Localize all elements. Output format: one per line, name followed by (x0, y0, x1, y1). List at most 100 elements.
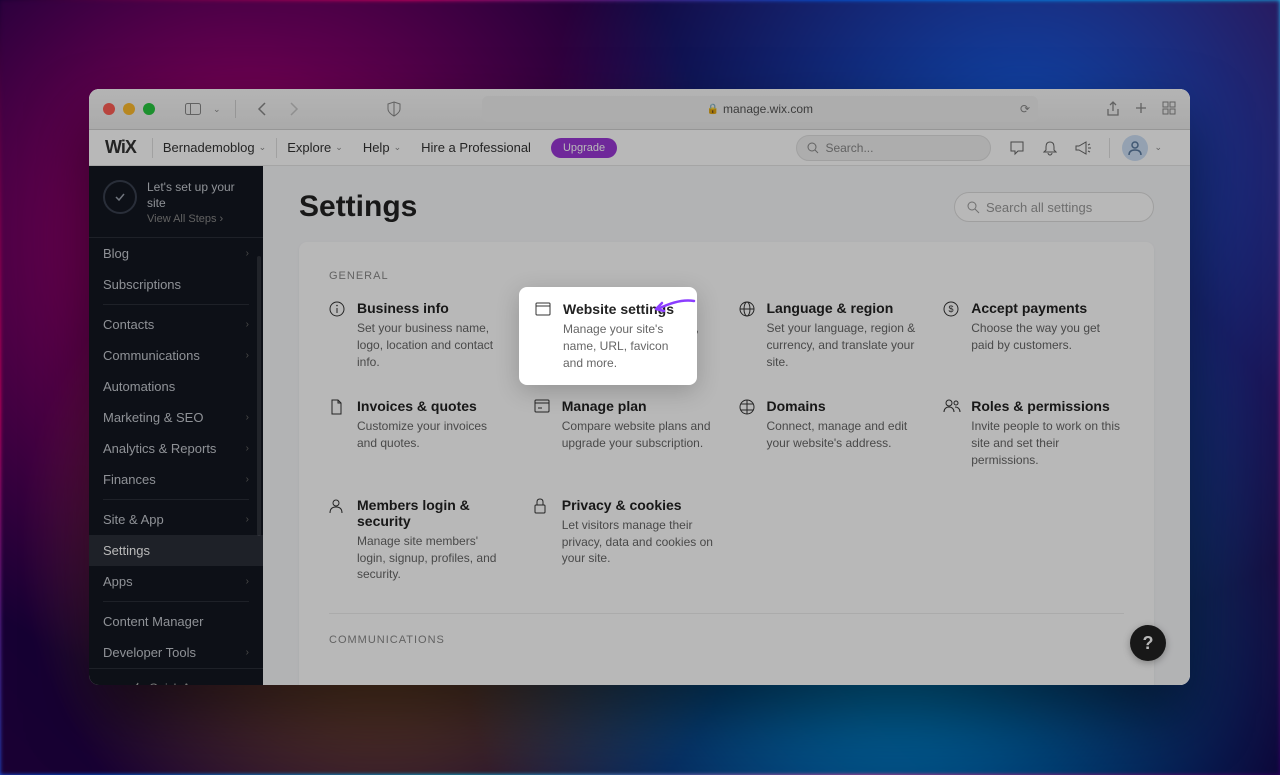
sidebar-item-label: Marketing & SEO (103, 410, 203, 425)
setup-progress-icon (103, 180, 137, 214)
sidebar-item-contacts[interactable]: Contacts› (89, 309, 263, 340)
card-domains[interactable]: DomainsConnect, manage and edit your web… (739, 398, 920, 468)
chevron-down-icon: ⌄ (1154, 142, 1162, 153)
tabs-icon[interactable] (1162, 101, 1176, 117)
sidebar: Let's set up your site View All Steps › … (89, 166, 263, 685)
chat-icon[interactable] (1009, 140, 1025, 156)
card-accept-payments[interactable]: $ Accept paymentsChoose the way you get … (943, 300, 1124, 370)
sidebar-item-label: Developer Tools (103, 645, 196, 660)
card-privacy-cookies[interactable]: Privacy & cookiesLet visitors manage the… (534, 497, 715, 583)
sidebar-item-label: Finances (103, 472, 156, 487)
address-bar[interactable]: 🔒 manage.wix.com ⟳ (482, 96, 1038, 122)
sidebar-item-site-app[interactable]: Site & App › (89, 504, 263, 535)
document-icon (329, 398, 347, 468)
chevron-right-icon: › (246, 248, 249, 259)
sidebar-item-label: Subscriptions (103, 277, 181, 292)
sidebar-item-apps[interactable]: Apps › (89, 566, 263, 597)
site-switcher[interactable]: Bernademoblog⌄ (153, 130, 276, 165)
sidebar-item-label: Site & App (103, 512, 164, 527)
chevron-right-icon: › (246, 350, 249, 361)
sidebar-item-content-manager[interactable]: Content Manager (89, 606, 263, 637)
setup-card[interactable]: Let's set up your site View All Steps › (89, 166, 263, 238)
sidebar-scrollbar[interactable] (257, 256, 261, 536)
dollar-icon: $ (943, 300, 961, 370)
lock-icon (534, 497, 552, 583)
card-manage-plan[interactable]: Manage planCompare website plans and upg… (534, 398, 715, 468)
reload-icon[interactable]: ⟳ (1020, 102, 1030, 116)
megaphone-icon[interactable] (1075, 141, 1091, 155)
sidebar-item-label: Blog (103, 246, 129, 261)
page-title: Settings (299, 190, 417, 224)
chevron-down-icon: ⌄ (213, 104, 221, 115)
browser-titlebar: ⌄ 🔒 manage.wix.com ⟳ (89, 89, 1190, 130)
globe-grid-icon (739, 398, 757, 468)
wix-logo[interactable]: WiX (105, 137, 136, 158)
search-icon (807, 142, 819, 154)
users-icon (943, 398, 961, 468)
plan-icon (534, 398, 552, 468)
sidebar-item-subscriptions[interactable]: Subscriptions (89, 269, 263, 300)
sidebar-item-label: Apps (103, 574, 133, 589)
explore-menu[interactable]: Explore⌄ (277, 130, 353, 165)
chevron-right-icon: › (246, 576, 249, 587)
bell-icon[interactable] (1043, 140, 1057, 156)
chevron-right-icon: › (246, 412, 249, 423)
sidebar-item-label: Content Manager (103, 614, 203, 629)
user-icon (329, 497, 347, 583)
share-icon[interactable] (1106, 101, 1120, 117)
upgrade-button[interactable]: Upgrade (551, 138, 617, 158)
main-content: Settings Search all settings GENERAL Bus… (263, 166, 1190, 685)
sidebar-item-label: Automations (103, 379, 175, 394)
top-search-input[interactable]: Search... (796, 135, 991, 161)
quick-access-button[interactable]: Quick Access (89, 668, 263, 685)
card-roles-permissions[interactable]: Roles & permissionsInvite people to work… (943, 398, 1124, 468)
url-text: manage.wix.com (723, 102, 813, 116)
globe-icon (739, 300, 757, 370)
forward-button[interactable] (282, 97, 306, 121)
sidebar-item-label: Communications (103, 348, 200, 363)
sidebar-item-label: Settings (103, 543, 150, 558)
user-avatar[interactable] (1122, 135, 1148, 161)
sidebar-item-marketing-seo[interactable]: Marketing & SEO › (89, 402, 263, 433)
setup-title: Let's set up your site (147, 180, 249, 211)
sidebar-item-blog[interactable]: Blog › (89, 238, 263, 269)
search-icon (967, 201, 980, 214)
sidebar-item-label: Contacts (103, 317, 154, 332)
app-content: WiX Bernademoblog⌄ Explore⌄ Help⌄ Hire a… (89, 130, 1190, 685)
close-window-button[interactable] (103, 103, 115, 115)
new-tab-icon[interactable] (1134, 101, 1148, 117)
settings-search-input[interactable]: Search all settings (954, 192, 1154, 222)
chevron-right-icon: › (246, 647, 249, 658)
app-body: Let's set up your site View All Steps › … (89, 166, 1190, 685)
help-menu[interactable]: Help⌄ (353, 130, 411, 165)
info-icon (329, 300, 347, 370)
card-language-region[interactable]: Language & regionSet your language, regi… (739, 300, 920, 370)
hire-pro-link[interactable]: Hire a Professional (411, 130, 541, 165)
sidebar-toggle-icon[interactable] (181, 97, 205, 121)
chevron-right-icon: › (220, 213, 224, 225)
maximize-window-button[interactable] (143, 103, 155, 115)
card-invoices-quotes[interactable]: Invoices & quotesCustomize your invoices… (329, 398, 510, 468)
sidebar-item-label: Analytics & Reports (103, 441, 216, 456)
chevron-right-icon: › (246, 474, 249, 485)
svg-text:$: $ (949, 304, 954, 314)
shield-icon[interactable] (382, 97, 406, 121)
lock-icon: 🔒 (707, 104, 719, 115)
sidebar-item-communications[interactable]: Communications › (89, 340, 263, 371)
card-website-settings[interactable]: Website settingsManage your site's name,… (534, 300, 715, 370)
card-business-info[interactable]: Business infoSet your business name, log… (329, 300, 510, 370)
sidebar-item-analytics-reports[interactable]: Analytics & Reports› (89, 433, 263, 464)
browser-window: ⌄ 🔒 manage.wix.com ⟳ (89, 89, 1190, 685)
sidebar-item-finances[interactable]: Finances › (89, 464, 263, 495)
setup-link[interactable]: View All Steps › (147, 213, 249, 225)
sidebar-item-automations[interactable]: Automations (89, 371, 263, 402)
minimize-window-button[interactable] (123, 103, 135, 115)
help-button[interactable]: ? (1130, 625, 1166, 661)
sidebar-item-developer-tools[interactable]: Developer Tools › (89, 637, 263, 668)
card-members-login[interactable]: Members login & securityManage site memb… (329, 497, 510, 583)
window-controls (103, 103, 155, 115)
chevron-down-icon: ⌄ (259, 142, 267, 153)
sidebar-item-settings[interactable]: Settings (89, 535, 263, 566)
chevron-right-icon: › (246, 514, 249, 525)
back-button[interactable] (250, 97, 274, 121)
